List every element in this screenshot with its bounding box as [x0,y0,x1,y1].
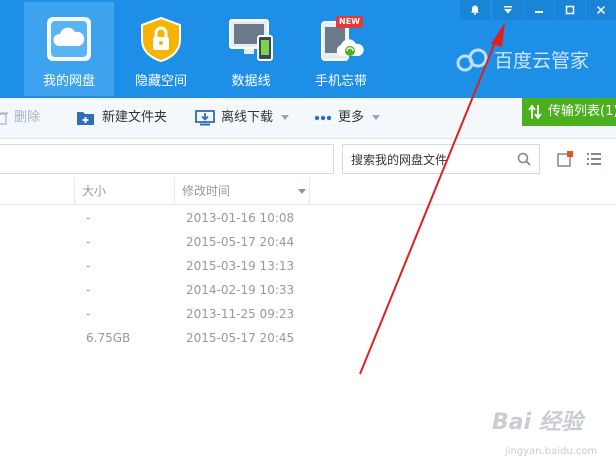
delete-button[interactable]: 删除 [0,108,40,128]
transfer-list-label: 传输列表(1) [548,104,616,119]
sort-caret-icon[interactable] [298,189,306,194]
top-header: 我的网盘 隐藏空间 数据线 NEW 手机忘带 百度云管家 [0,0,616,98]
notification-button[interactable] [460,0,490,20]
lock-shield-icon [141,16,181,62]
baidu-cloud-logo [456,48,488,72]
new-folder-label: 新建文件夹 [102,110,168,125]
column-divider [0,178,75,204]
file-table-header: 大小 修改时间 [0,178,616,205]
list-view-icon[interactable] [586,151,602,167]
cloud-drive-icon [47,17,91,61]
devices-sync-icon [229,19,273,61]
more-label: 更多 [338,110,365,125]
size-cell: 6.75GB [86,331,131,345]
table-row[interactable]: - 2014-02-19 10:33 [0,278,616,302]
table-row[interactable]: - 2015-05-17 20:44 [0,230,616,254]
transfer-list-button[interactable]: 传输列表(1) [522,98,616,126]
size-cell: - [86,211,91,225]
minimize-button[interactable] [524,0,554,20]
size-cell: - [86,283,91,297]
watermark: Bai 经验 [492,410,583,435]
nav-label: 数据线 [231,74,271,89]
nav-my-drive[interactable]: 我的网盘 [24,2,114,96]
search-box [342,144,540,175]
trash-icon [0,112,8,125]
transfer-arrows-icon [528,104,542,120]
search-input[interactable] [349,145,513,175]
nav-label: 我的网盘 [42,74,95,89]
modified-cell: 2015-03-19 13:13 [186,259,295,273]
modified-column-header[interactable]: 修改时间 [174,178,310,204]
size-header-label: 大小 [82,184,107,198]
modified-header-label: 修改时间 [182,184,231,198]
path-breadcrumb-box[interactable] [0,144,334,174]
offline-download-button[interactable]: 离线下载 [195,108,290,128]
size-cell: - [86,307,91,321]
brand-name: 百度云管家 [494,50,590,72]
new-folder-icon [77,111,94,125]
dropdown-menu-icon [504,6,512,14]
table-row[interactable]: - 2013-01-16 10:08 [0,206,616,230]
table-row[interactable]: 6.75GB 2015-05-17 20:45 [0,326,616,350]
size-cell: - [86,235,91,249]
more-button[interactable]: 更多 [314,108,381,128]
nav-label: 手机忘带 [314,74,367,89]
size-cell: - [86,259,91,273]
chevron-down-icon [372,115,381,120]
menu-dropdown-button[interactable] [493,0,523,20]
nav-hidden-space[interactable]: 隐藏空间 [116,2,206,96]
offline-download-icon [195,109,215,125]
modified-cell: 2013-11-25 09:23 [186,307,295,321]
modified-cell: 2014-02-19 10:33 [186,283,295,297]
modified-cell: 2013-01-16 10:08 [186,211,295,225]
close-button[interactable] [586,0,616,20]
bell-icon [470,5,480,15]
table-row[interactable]: - 2015-03-19 13:13 [0,254,616,278]
nav-label: 隐藏空间 [134,74,187,89]
search-icon[interactable] [517,152,531,166]
table-row[interactable]: - 2013-11-25 09:23 [0,302,616,326]
chevron-down-icon [281,115,290,120]
nav-forgot-phone[interactable]: NEW 手机忘带 [296,2,386,96]
thumbnail-view-icon[interactable] [557,151,573,167]
maximize-icon [565,5,575,15]
new-folder-button[interactable]: 新建文件夹 [76,108,167,128]
new-badge: NEW [336,16,363,28]
watermark-url: jingyan.baidu.com [505,446,598,457]
modified-cell: 2015-05-17 20:44 [186,235,295,249]
maximize-button[interactable] [555,0,585,20]
delete-label: 删除 [14,110,41,125]
more-dots-icon [314,115,332,120]
nav-data-cable[interactable]: 数据线 [206,2,296,96]
size-column-header[interactable]: 大小 [74,178,175,204]
close-icon [596,5,606,15]
modified-cell: 2015-05-17 20:45 [186,331,295,345]
minimize-icon [535,11,543,13]
offline-download-label: 离线下载 [221,110,274,125]
